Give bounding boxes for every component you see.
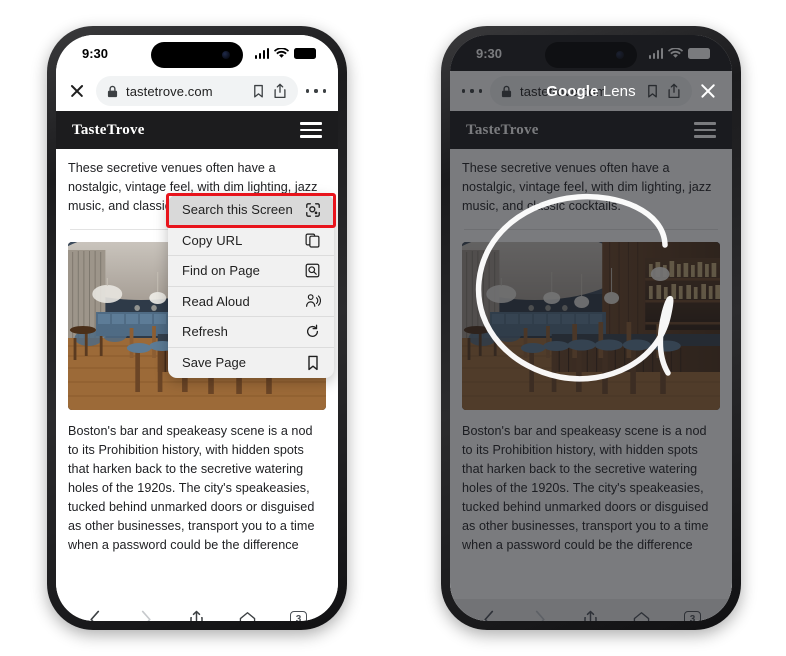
front-camera-icon bbox=[222, 51, 230, 59]
back-arrow-icon bbox=[90, 610, 100, 621]
menu-item-label: Refresh bbox=[182, 324, 228, 340]
bookmark-icon bbox=[304, 354, 321, 371]
dynamic-island bbox=[151, 42, 243, 68]
close-icon[interactable] bbox=[698, 81, 718, 101]
phone-left: 9:30 tastetrove.com TasteTrove These sec… bbox=[47, 26, 347, 630]
google-lens-header: Google Lens bbox=[450, 71, 732, 111]
menu-item-refresh[interactable]: Refresh bbox=[168, 317, 334, 348]
read-aloud-icon bbox=[304, 293, 321, 310]
menu-item-copy-url[interactable]: Copy URL bbox=[168, 226, 334, 256]
home-icon bbox=[240, 611, 256, 621]
screenshot-stage: 9:30 tastetrove.com TasteTrove These sec… bbox=[0, 0, 786, 656]
webpage-left: TasteTrove These secretive venues often … bbox=[56, 111, 338, 599]
more-options-icon[interactable] bbox=[306, 89, 326, 93]
home-button[interactable] bbox=[231, 604, 265, 621]
lens-brand-primary: Google bbox=[546, 82, 599, 100]
context-menu[interactable]: Search this Screen Copy URL Find on Page… bbox=[168, 195, 334, 378]
bookmark-icon[interactable] bbox=[252, 84, 265, 99]
wifi-icon bbox=[274, 47, 289, 58]
site-header-left: TasteTrove bbox=[56, 111, 338, 149]
lens-brand-secondary: Lens bbox=[602, 82, 636, 100]
share-icon bbox=[190, 610, 204, 621]
browser-toolbar-left: 3 bbox=[56, 599, 338, 621]
battery-icon bbox=[294, 47, 316, 59]
back-button[interactable] bbox=[78, 604, 112, 621]
lens-overlay-scrim bbox=[450, 35, 732, 621]
menu-item-label: Search this Screen bbox=[182, 202, 293, 218]
forward-arrow-icon bbox=[142, 610, 151, 621]
phone-right-screen: 9:30 bbox=[450, 35, 732, 621]
menu-item-label: Find on Page bbox=[182, 263, 260, 279]
menu-item-read-aloud[interactable]: Read Aloud bbox=[168, 287, 334, 317]
forward-button[interactable] bbox=[129, 604, 163, 621]
lock-icon bbox=[107, 85, 118, 97]
google-lens-icon bbox=[304, 201, 321, 218]
share-button[interactable] bbox=[180, 604, 214, 621]
menu-item-save-page[interactable]: Save Page bbox=[168, 348, 334, 379]
status-time: 9:30 bbox=[82, 45, 109, 61]
share-icon[interactable] bbox=[273, 83, 287, 99]
menu-item-search-this-screen[interactable]: Search this Screen bbox=[168, 195, 334, 226]
refresh-icon bbox=[304, 323, 321, 340]
menu-item-label: Save Page bbox=[182, 355, 247, 371]
menu-item-label: Read Aloud bbox=[182, 293, 250, 309]
find-in-page-icon bbox=[304, 262, 321, 279]
google-lens-title: Google Lens bbox=[546, 83, 635, 100]
copy-icon bbox=[304, 232, 321, 249]
hamburger-menu-icon[interactable] bbox=[300, 122, 322, 138]
menu-item-label: Copy URL bbox=[182, 232, 243, 248]
cellular-bars-icon bbox=[254, 47, 269, 59]
menu-item-find-on-page[interactable]: Find on Page bbox=[168, 256, 334, 287]
paragraph-bottom: Boston's bar and speakeasy scene is a no… bbox=[68, 424, 315, 552]
site-logo: TasteTrove bbox=[72, 121, 145, 138]
browser-chrome-left: tastetrove.com bbox=[56, 71, 338, 111]
phone-left-screen: 9:30 tastetrove.com TasteTrove These sec… bbox=[56, 35, 338, 621]
close-icon[interactable] bbox=[66, 80, 88, 102]
phone-right: 9:30 bbox=[441, 26, 741, 630]
status-bar-left: 9:30 bbox=[56, 35, 338, 71]
tabs-button[interactable]: 3 bbox=[282, 604, 316, 621]
url-text: tastetrove.com bbox=[126, 83, 213, 99]
tab-count-badge: 3 bbox=[290, 610, 308, 621]
url-bar[interactable]: tastetrove.com bbox=[96, 76, 298, 106]
